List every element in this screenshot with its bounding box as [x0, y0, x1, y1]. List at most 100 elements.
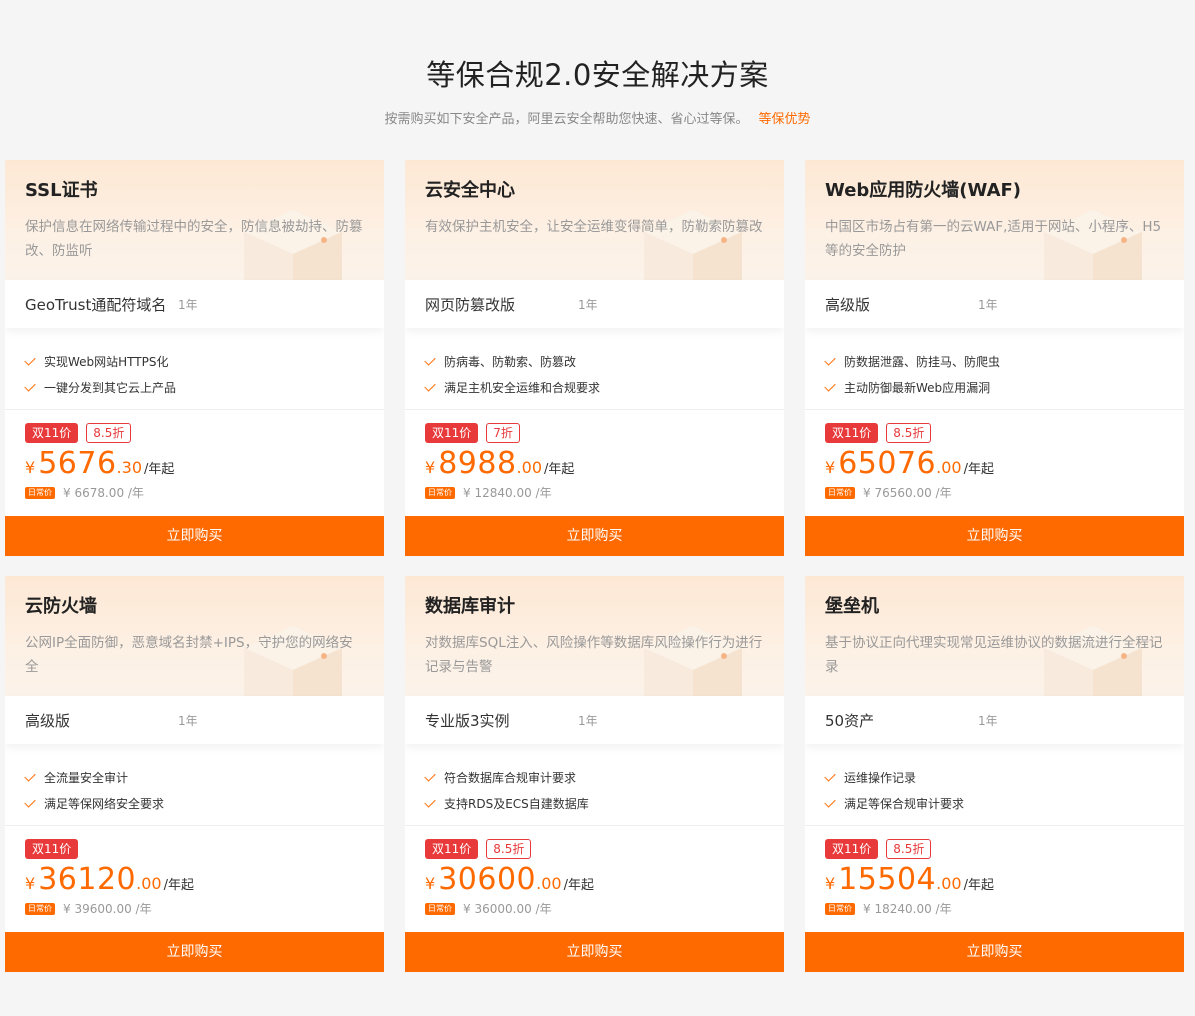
regular-price-row: 日常价 ¥ 76560.00 /年 [825, 484, 1164, 501]
card-description: 有效保护主机安全，让安全运维变得简单，防勒索防篡改 [425, 219, 763, 235]
product-card: 堡垒机 基于协议正向代理实现常见运维协议的数据流进行全程记录 50资产 1年 运… [805, 576, 1184, 972]
spec-selector[interactable]: 高级版 1年 [805, 280, 1184, 328]
product-card: 云安全中心 有效保护主机安全，让安全运维变得简单，防勒索防篡改 网页防篡改版 1… [405, 160, 784, 556]
buy-button[interactable]: 立即购买 [805, 932, 1184, 972]
page-title: 等保合规2.0安全解决方案 [426, 58, 769, 92]
price: ¥ 65076 .00 /年起 [825, 446, 1164, 481]
card-title: 云安全中心 [425, 180, 515, 201]
feature-text: 一键分发到其它云上产品 [44, 380, 177, 395]
spec-duration: 1年 [178, 713, 198, 728]
spec-duration: 1年 [578, 297, 598, 312]
buy-button[interactable]: 立即购买 [405, 516, 784, 556]
card-header: SSL证书 保护信息在网络传输过程中的安全，防信息被劫持、防篡改、防监听 [5, 160, 384, 280]
price-decimal: .00 [136, 874, 162, 893]
spec-name: 高级版 [825, 295, 871, 314]
feature-item: 防病毒、防勒索、防篡改 [424, 348, 764, 374]
badges: 双11价 8.5折 [25, 423, 364, 443]
regular-price-row: 日常价 ¥ 18240.00 /年 [825, 900, 1164, 917]
spec-name: GeoTrust通配符域名 [25, 295, 167, 314]
feature-text: 满足等保网络安全要求 [44, 796, 165, 811]
buy-button[interactable]: 立即购买 [805, 516, 1184, 556]
product-grid: SSL证书 保护信息在网络传输过程中的安全，防信息被劫持、防篡改、防监听 Geo… [5, 160, 1185, 972]
price-unit: /年起 [144, 462, 175, 477]
regular-tag: 日常价 [25, 486, 55, 499]
feature-text: 运维操作记录 [844, 770, 917, 785]
spec-selector[interactable]: 网页防篡改版 1年 [405, 280, 784, 328]
buy-button[interactable]: 立即购买 [5, 516, 384, 556]
badges: 双11价 7折 [425, 423, 764, 443]
price-unit: /年起 [963, 878, 994, 893]
feature-item: 满足等保合规审计要求 [824, 790, 1164, 816]
feature-text: 全流量安全审计 [44, 770, 129, 785]
advantage-link[interactable]: 等保优势 [759, 112, 811, 127]
price-decimal: .00 [936, 458, 962, 477]
regular-price-row: 日常价 ¥ 39600.00 /年 [25, 900, 364, 917]
card-title: 数据库审计 [425, 596, 515, 617]
spec-duration: 1年 [978, 297, 998, 312]
feature-item: 全流量安全审计 [24, 764, 364, 790]
feature-item: 运维操作记录 [824, 764, 1164, 790]
feature-list: 全流量安全审计 满足等保网络安全要求 [5, 744, 384, 826]
regular-tag: 日常价 [25, 902, 55, 915]
promo-badge: 双11价 [425, 423, 479, 443]
check-icon [24, 379, 36, 392]
regular-price: ¥ 12840.00 /年 [463, 486, 552, 500]
feature-item: 满足主机安全运维和合规要求 [424, 374, 764, 400]
promo-badge: 双11价 [825, 839, 879, 859]
buy-button[interactable]: 立即购买 [5, 932, 384, 972]
price-area: 双11价 8.5折 ¥ 30600 .00 /年起 日常价 ¥ 36000.00… [405, 826, 784, 932]
spec-duration: 1年 [178, 297, 198, 312]
price-integer: 36120 [38, 862, 137, 897]
promo-badge: 双11价 [425, 839, 479, 859]
price-integer: 65076 [838, 446, 937, 481]
check-icon [424, 353, 436, 366]
feature-text: 支持RDS及ECS自建数据库 [444, 796, 589, 811]
feature-item: 满足等保网络安全要求 [24, 790, 364, 816]
feature-text: 满足等保合规审计要求 [844, 796, 965, 811]
spec-selector[interactable]: 高级版 1年 [5, 696, 384, 744]
currency-symbol: ¥ [825, 458, 836, 477]
spec-selector[interactable]: 50资产 1年 [805, 696, 1184, 744]
price-decimal: .00 [516, 458, 542, 477]
price-integer: 15504 [838, 862, 937, 897]
price: ¥ 36120 .00 /年起 [25, 862, 364, 897]
buy-button[interactable]: 立即购买 [405, 932, 784, 972]
price: ¥ 8988 .00 /年起 [425, 446, 764, 481]
discount-badge: 8.5折 [86, 423, 132, 443]
regular-price: ¥ 36000.00 /年 [463, 902, 552, 916]
spec-duration: 1年 [978, 713, 998, 728]
spec-name: 高级版 [25, 711, 71, 730]
price-integer: 8988 [438, 446, 517, 481]
discount-badge: 7折 [486, 423, 520, 443]
feature-text: 主动防御最新Web应用漏洞 [844, 380, 991, 395]
spec-selector[interactable]: 专业版3实例 1年 [405, 696, 784, 744]
check-icon [824, 769, 836, 782]
feature-list: 防病毒、防勒索、防篡改 满足主机安全运维和合规要求 [405, 328, 784, 410]
price-unit: /年起 [544, 462, 575, 477]
discount-badge: 8.5折 [886, 839, 932, 859]
card-description: 保护信息在网络传输过程中的安全，防信息被劫持、防篡改、防监听 [25, 219, 363, 259]
card-header: 堡垒机 基于协议正向代理实现常见运维协议的数据流进行全程记录 [805, 576, 1184, 696]
price-unit: /年起 [963, 462, 994, 477]
regular-price: ¥ 6678.00 /年 [63, 486, 144, 500]
check-icon [824, 353, 836, 366]
card-header: Web应用防火墙(WAF) 中国区市场占有第一的云WAF,适用于网站、小程序、H… [805, 160, 1184, 280]
regular-price: ¥ 18240.00 /年 [863, 902, 952, 916]
product-card: 云防火墙 公网IP全面防御，恶意域名封禁+IPS，守护您的网络安全 高级版 1年… [5, 576, 384, 972]
check-icon [424, 379, 436, 392]
feature-list: 防数据泄露、防挂马、防爬虫 主动防御最新Web应用漏洞 [805, 328, 1184, 410]
check-icon [24, 795, 36, 808]
feature-text: 防数据泄露、防挂马、防爬虫 [844, 354, 1001, 369]
subtitle-text: 按需购买如下安全产品，阿里云安全帮助您快速、省心过等保。 [384, 112, 749, 127]
feature-item: 防数据泄露、防挂马、防爬虫 [824, 348, 1164, 374]
check-icon [824, 795, 836, 808]
currency-symbol: ¥ [425, 458, 436, 477]
card-header: 数据库审计 对数据库SQL注入、风险操作等数据库风险操作行为进行记录与告警 [405, 576, 784, 696]
badges: 双11价 [25, 839, 364, 859]
spec-selector[interactable]: GeoTrust通配符域名 1年 [5, 280, 384, 328]
check-icon [824, 379, 836, 392]
regular-price: ¥ 76560.00 /年 [863, 486, 952, 500]
feature-item: 主动防御最新Web应用漏洞 [824, 374, 1164, 400]
check-icon [424, 769, 436, 782]
feature-item: 一键分发到其它云上产品 [24, 374, 364, 400]
